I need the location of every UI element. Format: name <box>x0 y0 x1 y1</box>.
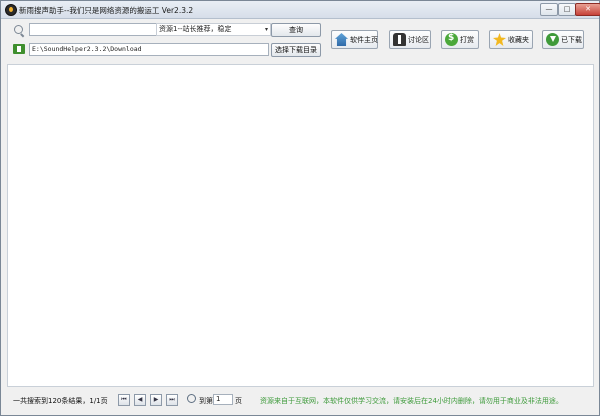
next-page-button[interactable]: ▶ <box>150 394 162 406</box>
favorites-button[interactable]: 收藏夹 <box>489 30 533 49</box>
folder-icon <box>13 44 25 54</box>
home-icon <box>335 33 348 46</box>
download-path-field[interactable]: E:\SoundHelper2.3.2\Download <box>29 43 269 56</box>
search-icon <box>14 25 23 34</box>
app-window: 新雨搜声助手--我们只是网络资源的搬运工 Ver2.3.2 — □ ✕ 资源1-… <box>0 0 600 416</box>
first-page-button[interactable]: ⏮ <box>118 394 130 406</box>
download-icon <box>546 33 559 46</box>
disclaimer-notice: 资源来自于互联网，本软件仅供学习交流，请安装后在24小时内删除，请勿用于商业及非… <box>260 397 563 405</box>
forum-label: 讨论区 <box>408 35 429 44</box>
goto-label: 到第 <box>199 397 213 405</box>
forum-button[interactable]: 讨论区 <box>389 30 431 49</box>
results-summary: 一共搜索到120条结果，1/1页 <box>13 397 108 405</box>
close-button[interactable]: ✕ <box>575 3 600 16</box>
source-select[interactable]: 资源1--站长推荐，稳定 ▾ <box>156 23 271 36</box>
window-title: 新雨搜声助手--我们只是网络资源的搬运工 Ver2.3.2 <box>19 6 194 15</box>
page-number-input[interactable]: 1 <box>213 394 233 405</box>
query-button[interactable]: 查询 <box>271 23 321 37</box>
minimize-button[interactable]: — <box>540 3 558 16</box>
software-home-label: 软件主页 <box>350 35 378 44</box>
tip-label: 打赏 <box>460 35 474 44</box>
last-page-button[interactable]: ⏭ <box>166 394 178 406</box>
maximize-button[interactable]: □ <box>558 3 576 16</box>
dollar-icon <box>445 33 458 46</box>
search-input[interactable] <box>29 23 157 36</box>
results-list[interactable] <box>7 64 594 387</box>
choose-download-dir-button[interactable]: 选择下载目录 <box>271 43 321 57</box>
prev-page-button[interactable]: ◀ <box>134 394 146 406</box>
app-logo-icon <box>5 4 17 16</box>
chevron-down-icon[interactable]: ▾ <box>265 24 268 35</box>
goto-search-icon[interactable] <box>187 394 196 403</box>
forum-icon <box>393 33 406 46</box>
page-suffix: 页 <box>235 397 242 405</box>
source-select-value: 资源1--站长推荐，稳定 <box>159 25 232 33</box>
downloaded-label: 已下载 <box>561 35 582 44</box>
star-icon <box>493 33 506 46</box>
favorites-label: 收藏夹 <box>508 35 529 44</box>
downloaded-button[interactable]: 已下载 <box>542 30 584 49</box>
software-home-button[interactable]: 软件主页 <box>331 30 378 49</box>
tip-button[interactable]: 打赏 <box>441 30 479 49</box>
title-bar[interactable]: 新雨搜声助手--我们只是网络资源的搬运工 Ver2.3.2 — □ ✕ <box>1 1 600 19</box>
